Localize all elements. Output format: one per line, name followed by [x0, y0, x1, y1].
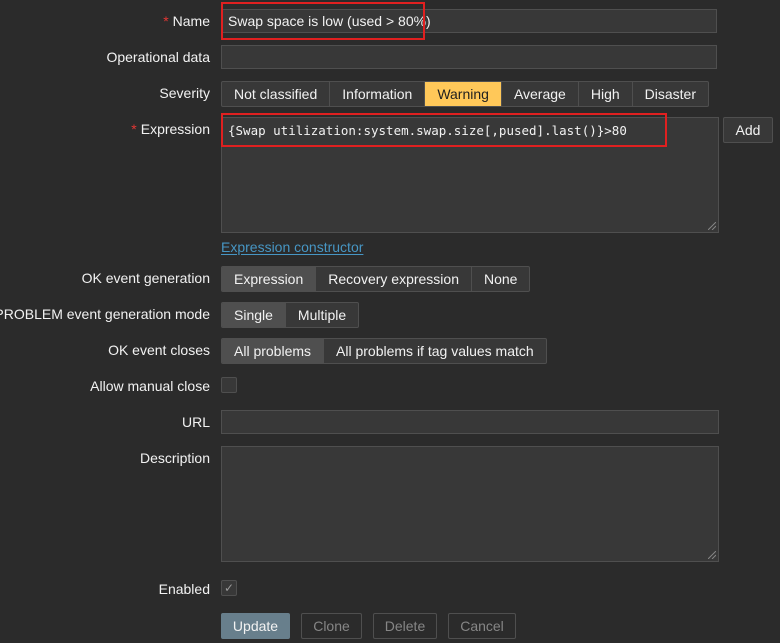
description-label: Description [139, 450, 210, 466]
operational-data-label: Operational data [106, 49, 210, 65]
add-expression-button[interactable]: Add [723, 117, 773, 143]
cancel-button[interactable]: Cancel [448, 613, 516, 639]
trigger-form: * Name Swap space is low (used > 80%) Ope… [0, 0, 780, 643]
ok-generation-none[interactable]: None [472, 267, 529, 291]
operational-data-input[interactable] [221, 45, 717, 69]
allow-manual-close-checkbox[interactable] [221, 377, 237, 393]
ok-event-generation-selector: Expression Recovery expression None [221, 266, 531, 292]
resize-handle-icon[interactable] [708, 551, 716, 559]
problem-mode-multiple[interactable]: Multiple [286, 303, 358, 327]
problem-mode-label: PROBLEM event generation mode [0, 306, 210, 322]
severity-average[interactable]: Average [502, 82, 579, 106]
description-textarea[interactable] [221, 446, 719, 562]
url-input[interactable] [221, 410, 719, 434]
name-label: * Name [163, 13, 210, 29]
severity-selector: Not classified Information Warning Avera… [221, 81, 709, 107]
expression-label: * Expression [131, 121, 210, 137]
name-input[interactable]: Swap space is low (used > 80%) [221, 9, 717, 33]
severity-not-classified[interactable]: Not classified [222, 82, 331, 106]
problem-mode-selector: Single Multiple [221, 302, 360, 328]
enabled-label: Enabled [158, 581, 210, 597]
required-marker: * [131, 121, 137, 137]
clone-button[interactable]: Clone [301, 613, 362, 639]
ok-event-closes-label: OK event closes [108, 342, 210, 358]
url-label: URL [181, 414, 210, 430]
ok-closes-tag-match[interactable]: All problems if tag values match [324, 339, 546, 363]
update-button[interactable]: Update [221, 613, 290, 639]
checkmark-icon: ✓ [223, 581, 235, 595]
expression-text: {Swap utilization:system.swap.size[,puse… [228, 123, 627, 138]
severity-high[interactable]: High [579, 82, 633, 106]
ok-event-closes-selector: All problems All problems if tag values … [221, 338, 547, 364]
expression-textarea[interactable]: {Swap utilization:system.swap.size[,puse… [221, 117, 719, 233]
ok-closes-all-problems[interactable]: All problems [222, 339, 325, 363]
severity-label: Severity [159, 85, 210, 101]
severity-warning[interactable]: Warning [425, 82, 502, 106]
resize-handle-icon[interactable] [708, 222, 716, 230]
enabled-checkbox[interactable]: ✓ [221, 580, 237, 596]
severity-information[interactable]: Information [330, 82, 426, 106]
allow-manual-close-label: Allow manual close [90, 378, 210, 394]
required-marker: * [163, 13, 169, 29]
ok-generation-expression[interactable]: Expression [222, 267, 317, 291]
expression-constructor-link[interactable]: Expression constructor [221, 239, 363, 255]
ok-generation-recovery-expression[interactable]: Recovery expression [316, 267, 472, 291]
problem-mode-single[interactable]: Single [222, 303, 286, 327]
severity-disaster[interactable]: Disaster [633, 82, 708, 106]
delete-button[interactable]: Delete [373, 613, 437, 639]
ok-event-generation-label: OK event generation [81, 270, 210, 286]
